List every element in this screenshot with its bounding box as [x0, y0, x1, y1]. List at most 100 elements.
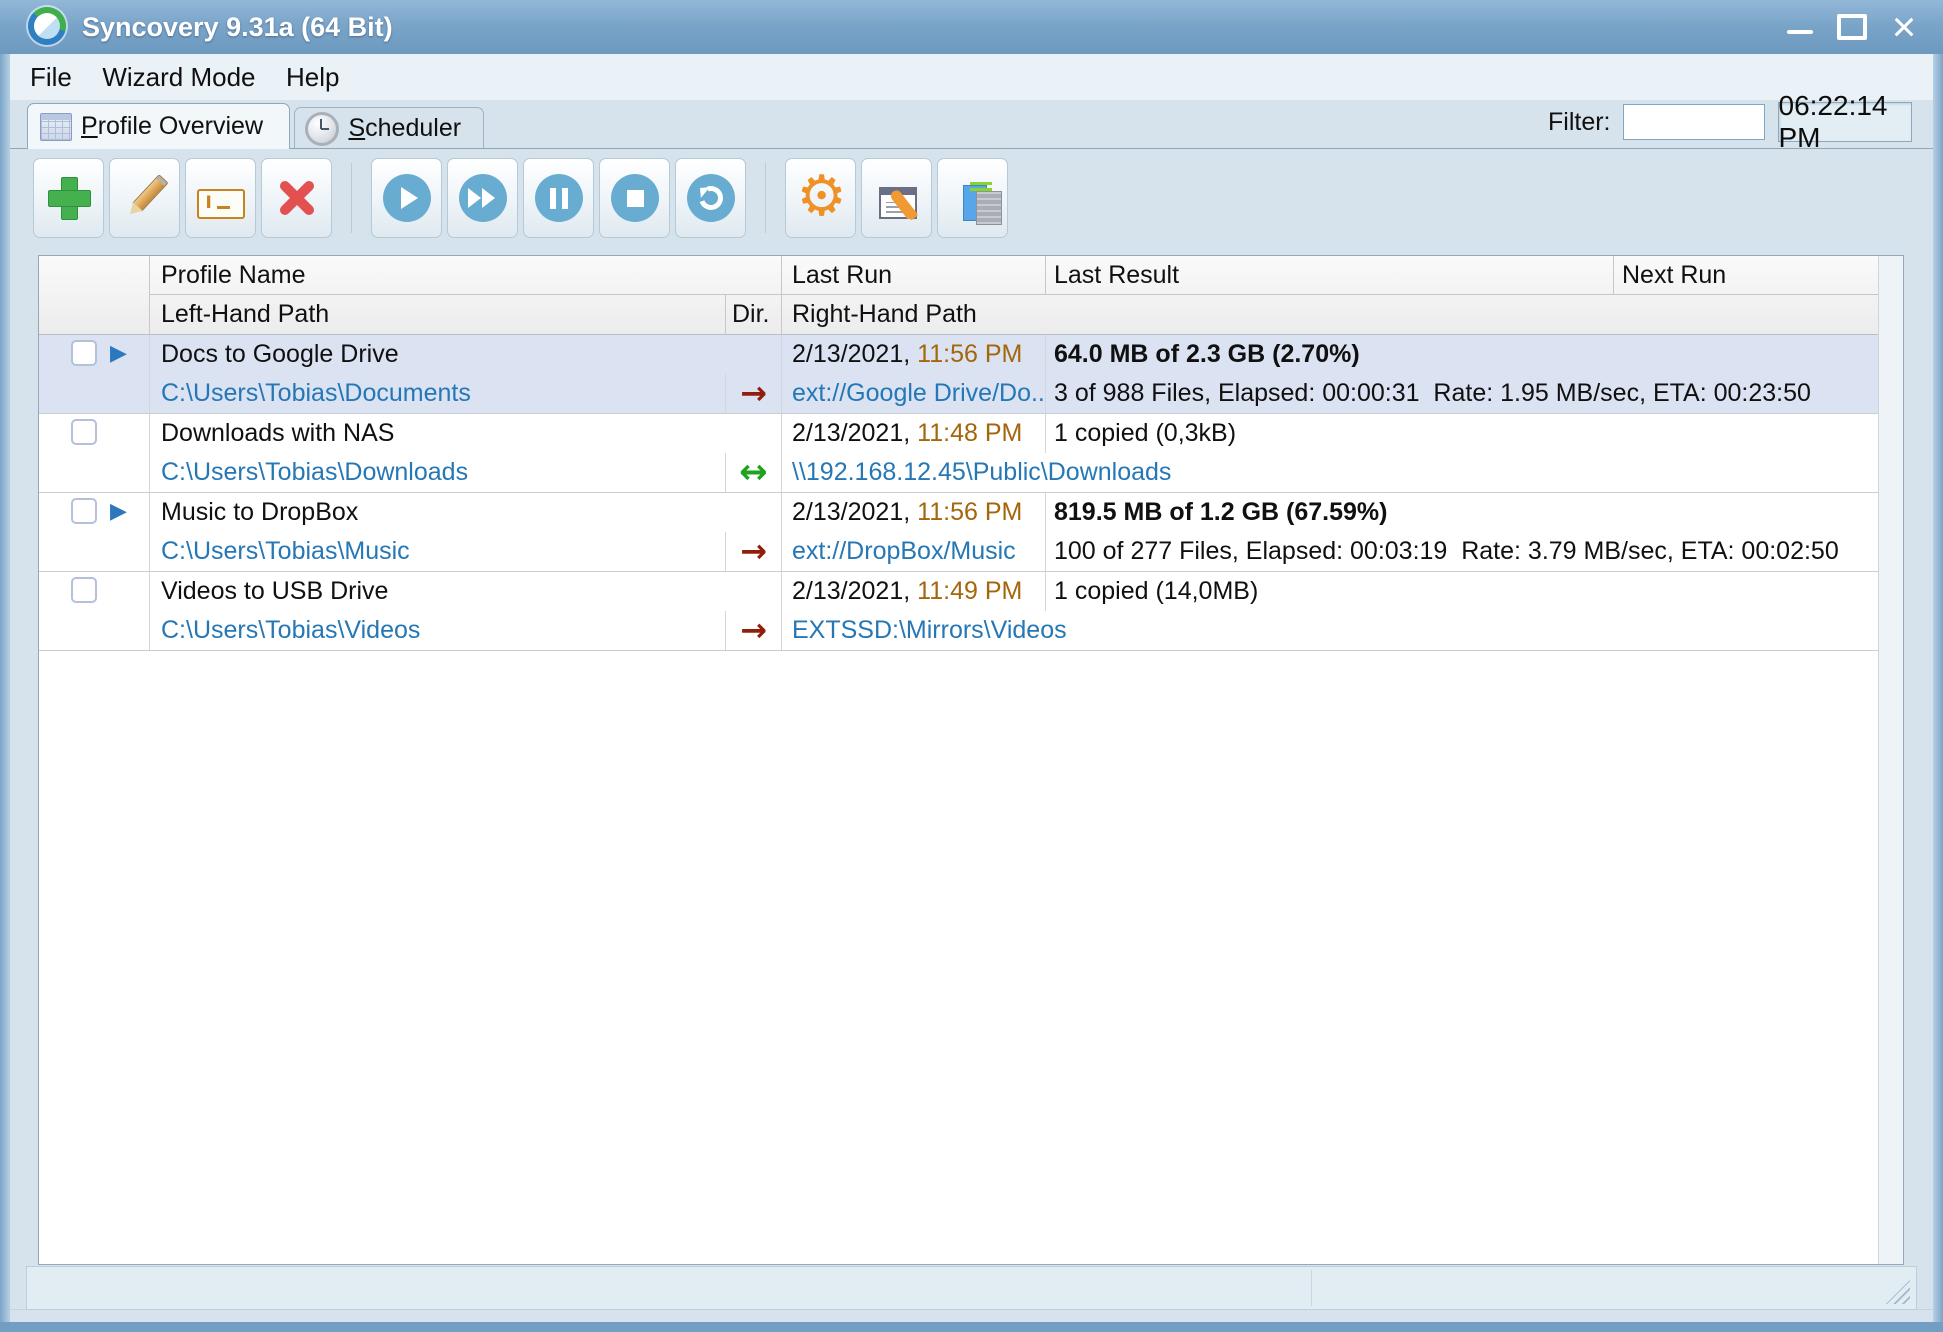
view-logs-button[interactable]	[937, 158, 1008, 238]
profile-tools-button[interactable]	[861, 158, 932, 238]
result-detail: 100 of 277 Files, Elapsed: 00:03:19 Rate…	[1054, 537, 1839, 565]
tab-label: Scheduler	[348, 114, 462, 142]
window-controls: ×	[1783, 0, 1921, 54]
play-icon	[382, 174, 431, 222]
right-path-link[interactable]: ext://DropBox/Music	[792, 537, 1016, 565]
header-profile-name[interactable]: Profile Name	[150, 256, 782, 295]
last-run-cell: 2/13/2021, 11:49 PM	[782, 572, 1046, 611]
vertical-scrollbar[interactable]	[1878, 256, 1903, 1264]
left-path-cell: C:\Users\Tobias\Documents	[150, 374, 726, 413]
status-bar-divider	[1311, 1270, 1312, 1306]
menubar: File Wizard Mode Help	[10, 54, 1933, 100]
pause-profile-button[interactable]	[523, 158, 594, 238]
left-path-link[interactable]: C:\Users\Tobias\Downloads	[161, 458, 468, 486]
toolbar-separator	[351, 163, 352, 233]
profile-name-cell: Downloads with NAS	[150, 414, 782, 453]
last-run-cell: 2/13/2021, 11:56 PM	[782, 335, 1046, 374]
direction-arrow-icon: →	[740, 532, 767, 570]
plus-icon	[45, 174, 93, 222]
last-run-date: 2/13/2021,	[792, 498, 911, 526]
menu-help[interactable]: Help	[274, 54, 351, 100]
fast-forward-icon	[458, 174, 507, 222]
result-detail-cell: 100 of 277 Files, Elapsed: 00:03:19 Rate…	[1046, 532, 1878, 571]
right-path-cell: EXTSSD:\Mirrors\Videos	[782, 611, 1878, 650]
minimize-button[interactable]	[1783, 7, 1817, 47]
minimize-icon	[1787, 30, 1813, 34]
profile-name: Docs to Google Drive	[161, 340, 399, 368]
direction-cell: →	[726, 532, 782, 571]
close-button[interactable]: ×	[1887, 6, 1921, 48]
header-last-run[interactable]: Last Run	[782, 256, 1046, 295]
syncovery-logo-icon	[28, 7, 66, 45]
table-row[interactable]: ▶ Music to DropBox 2/13/2021, 11:56 PM 81…	[39, 493, 1878, 572]
filter-input[interactable]	[1622, 104, 1765, 140]
profile-checkbox[interactable]	[71, 419, 97, 445]
menu-wizard-mode[interactable]: Wizard Mode	[90, 54, 267, 100]
pencil-icon	[111, 164, 179, 232]
maximize-button[interactable]	[1835, 7, 1869, 47]
header-left-hand-path[interactable]: Left-Hand Path	[150, 295, 726, 334]
run-profile-button[interactable]	[371, 158, 442, 238]
table-row[interactable]: ▶ Videos to USB Drive 2/13/2021,11:49 PM…	[39, 572, 1878, 651]
window-border-bottom-inner	[10, 1309, 1933, 1322]
profile-name-cell: Videos to USB Drive	[150, 572, 782, 611]
red-x-icon	[273, 174, 321, 222]
table-row[interactable]: ▶ Downloads with NAS 2/13/2021,11:48 PM …	[39, 414, 1878, 493]
profile-name: Music to DropBox	[161, 498, 359, 526]
right-path-link[interactable]: \\192.168.12.45\Public\Downloads	[792, 458, 1171, 486]
filter-area: Filter: 06:22:14 PM	[1548, 90, 1912, 153]
last-result-cell: 64.0 MB of 2.3 GB (2.70%)	[1046, 335, 1878, 374]
profile-name-cell: Docs to Google Drive	[150, 335, 782, 374]
profile-name: Downloads with NAS	[161, 419, 395, 447]
tab-scheduler[interactable]: Scheduler	[294, 107, 485, 149]
right-path-link[interactable]: ext://Google Drive/Do...	[792, 379, 1045, 407]
last-result-cell: 819.5 MB of 1.2 GB (67.59%)	[1046, 493, 1878, 532]
program-settings-button[interactable]	[785, 158, 856, 238]
clock-icon	[305, 111, 340, 146]
stop-icon	[610, 174, 659, 222]
rename-profile-button[interactable]	[185, 158, 256, 238]
app-window: Syncovery 9.31a (64 Bit) × File Wizard M…	[0, 0, 1943, 1332]
stop-profile-button[interactable]	[599, 158, 670, 238]
left-path-link[interactable]: C:\Users\Tobias\Videos	[161, 616, 420, 644]
header-next-run[interactable]: Next Run	[1614, 256, 1878, 295]
delete-profile-button[interactable]	[261, 158, 332, 238]
header-right-hand-path[interactable]: Right-Hand Path	[782, 295, 1878, 334]
header-checkbox-column	[39, 256, 150, 334]
last-run-date: 2/13/2021,	[792, 419, 911, 447]
header-dir[interactable]: Dir.	[726, 295, 782, 334]
clock-display: 06:22:14 PM	[1777, 90, 1912, 153]
last-run-cell: 2/13/2021, 11:56 PM	[782, 493, 1046, 532]
table-row[interactable]: ▶ Docs to Google Drive 2/13/2021, 11:56 P…	[39, 335, 1878, 414]
edit-profile-button[interactable]	[109, 158, 180, 238]
right-path-cell: ext://Google Drive/Do...	[782, 374, 1046, 413]
run-multiple-button[interactable]	[447, 158, 518, 238]
clock-time: 06:22:14 PM	[1778, 90, 1888, 153]
status-bar	[26, 1266, 1917, 1310]
titlebar: Syncovery 9.31a (64 Bit) ×	[0, 0, 1943, 54]
menu-file[interactable]: File	[18, 54, 84, 100]
left-path-cell: C:\Users\Tobias\Music	[150, 532, 726, 571]
table-header: Profile Name Last Run Last Result Next R…	[39, 256, 1878, 335]
restart-profile-button[interactable]	[675, 158, 746, 238]
add-profile-button[interactable]	[33, 158, 104, 238]
left-path-link[interactable]: C:\Users\Tobias\Music	[161, 537, 410, 565]
tab-profile-overview[interactable]: Profile Overview	[27, 103, 291, 149]
filter-label: Filter:	[1548, 107, 1611, 136]
direction-arrow-icon: ↔	[739, 453, 768, 492]
right-path-cell: ext://DropBox/Music	[782, 532, 1046, 571]
window-border-left	[0, 54, 10, 1332]
result-detail: 3 of 988 Files, Elapsed: 00:00:31 Rate: …	[1054, 379, 1811, 407]
left-path-link[interactable]: C:\Users\Tobias\Documents	[161, 379, 471, 407]
right-path-link[interactable]: EXTSSD:\Mirrors\Videos	[792, 616, 1067, 644]
profile-checkbox[interactable]	[71, 498, 97, 524]
resize-grip[interactable]	[1886, 1280, 1910, 1304]
last-result-cell: 1 copied (0,3kB)	[1046, 414, 1878, 453]
running-indicator-icon: ▶	[110, 499, 127, 524]
profile-checkbox[interactable]	[71, 340, 97, 366]
direction-cell: →	[726, 374, 782, 413]
row-select-cell: ▶	[39, 335, 150, 413]
profile-checkbox[interactable]	[71, 577, 97, 603]
header-last-result[interactable]: Last Result	[1046, 256, 1614, 295]
maximize-icon	[1837, 14, 1867, 40]
